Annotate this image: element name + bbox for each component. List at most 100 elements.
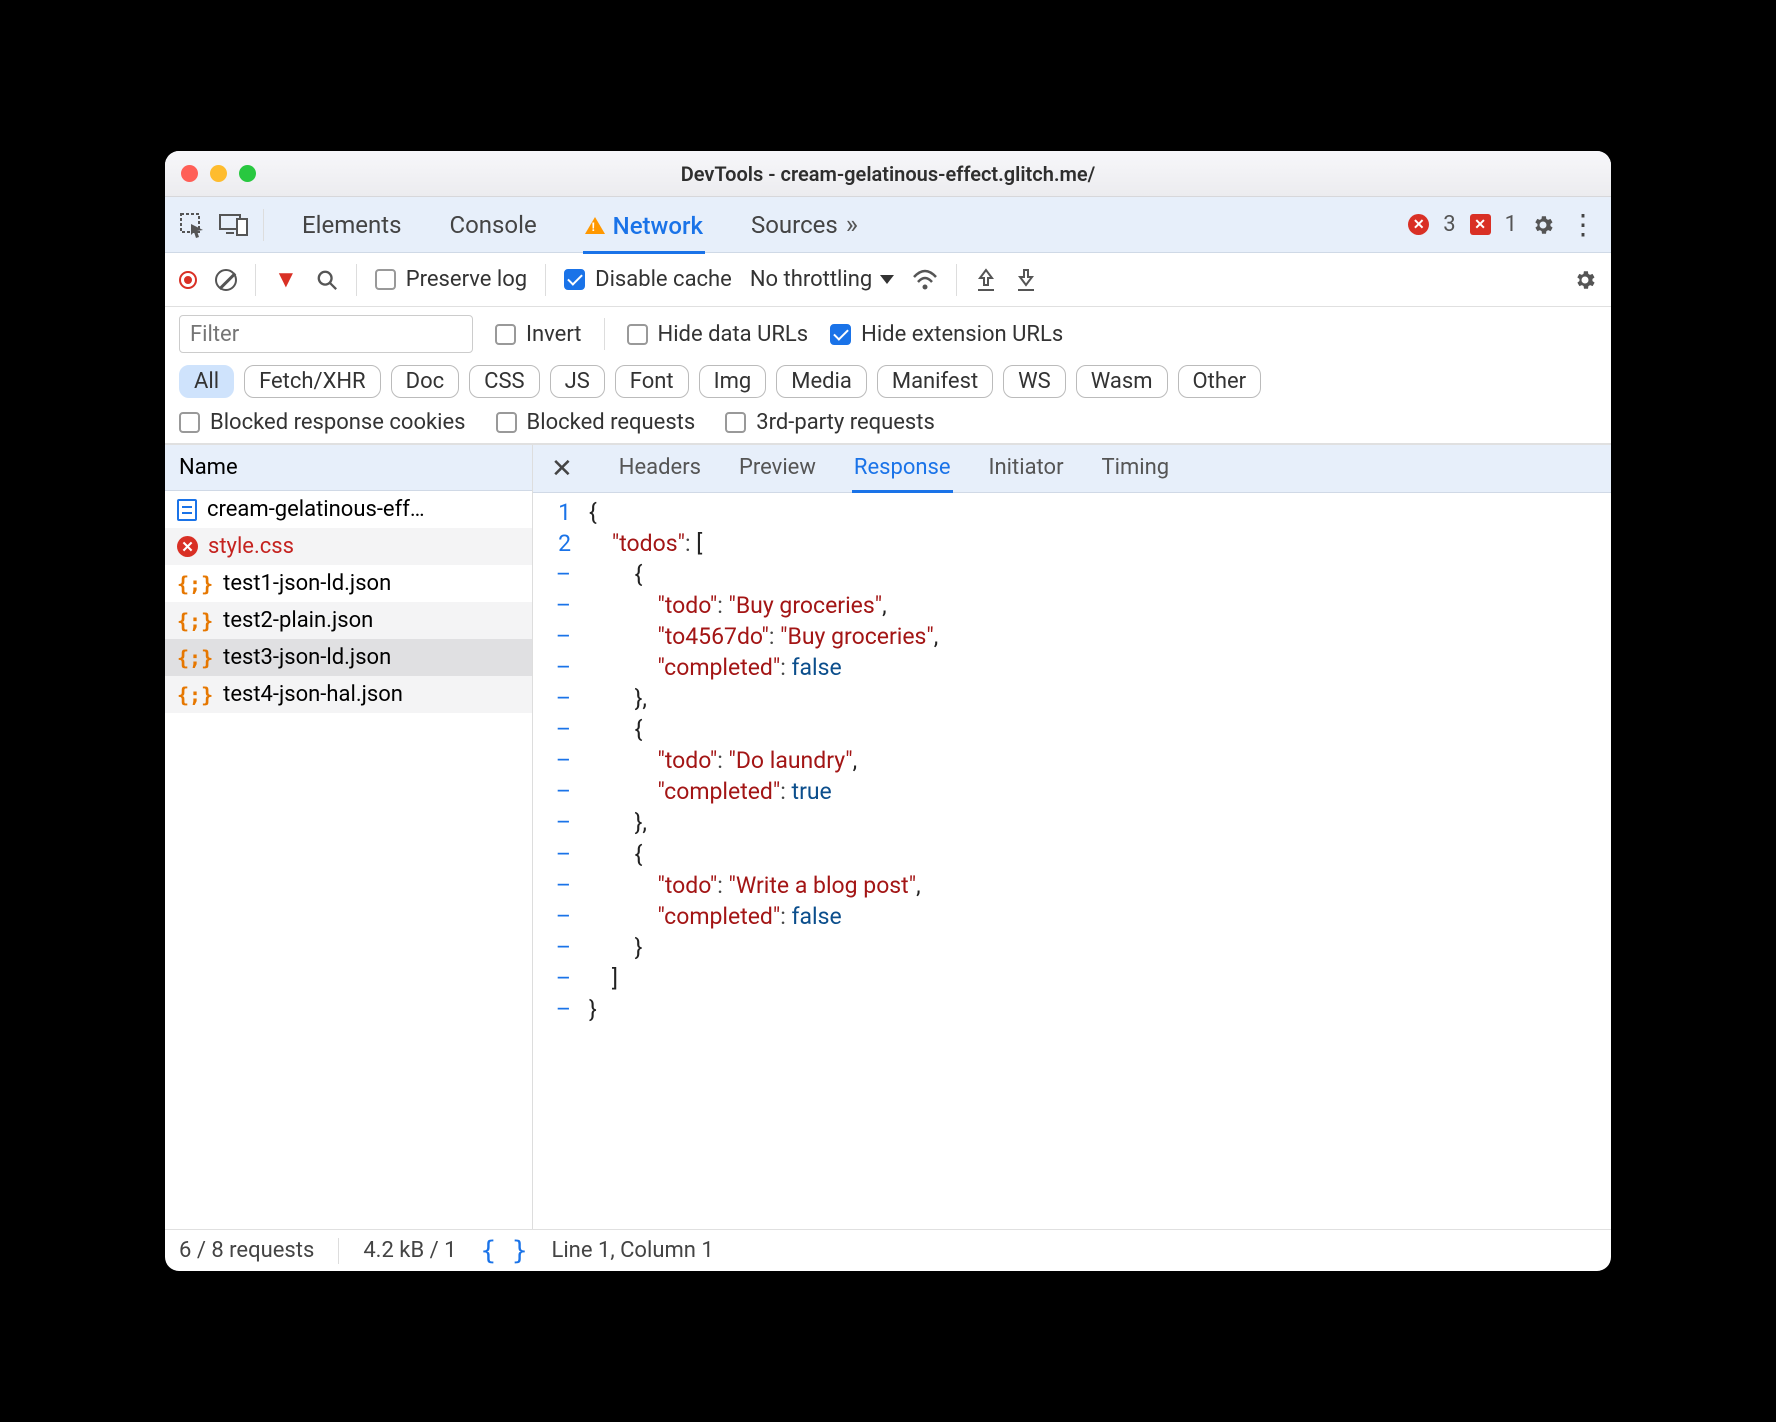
line-number[interactable]: – xyxy=(533,714,589,745)
minimize-icon[interactable] xyxy=(210,165,227,182)
disable-cache-label: Disable cache xyxy=(595,267,732,292)
tab-sources[interactable]: Sources xyxy=(749,211,840,239)
preserve-log-checkbox[interactable]: Preserve log xyxy=(375,267,527,292)
filter-pill-js[interactable]: JS xyxy=(550,365,605,398)
third-party-checkbox[interactable]: 3rd-party requests xyxy=(725,410,935,435)
request-name: cream-gelatinous-eff… xyxy=(207,497,425,522)
line-number[interactable]: – xyxy=(533,776,589,807)
json-icon: {;} xyxy=(177,646,213,670)
line-number[interactable]: – xyxy=(533,963,589,994)
throttling-select[interactable]: No throttling xyxy=(750,267,894,292)
blocked-cookies-checkbox[interactable]: Blocked response cookies xyxy=(179,410,466,435)
upload-icon[interactable] xyxy=(975,268,997,292)
line-number[interactable]: – xyxy=(533,807,589,838)
filter-pill-css[interactable]: CSS xyxy=(469,365,539,398)
inspect-icon[interactable] xyxy=(179,212,205,238)
line-number[interactable]: – xyxy=(533,745,589,776)
tab-elements[interactable]: Elements xyxy=(300,211,403,239)
line-number[interactable]: – xyxy=(533,559,589,590)
line-number[interactable]: 1 xyxy=(533,497,589,528)
close-icon[interactable] xyxy=(181,165,198,182)
request-row[interactable]: {;}test1-json-ld.json xyxy=(165,565,532,602)
request-name: style.css xyxy=(208,534,294,559)
filter-input[interactable] xyxy=(179,315,473,353)
main-tab-bar: ElementsConsoleNetworkSources » ✕ 3 ✕ 1 … xyxy=(165,197,1611,253)
line-number[interactable]: – xyxy=(533,839,589,870)
request-row[interactable]: cream-gelatinous-eff… xyxy=(165,491,532,528)
request-row[interactable]: {;}test4-json-hal.json xyxy=(165,676,532,713)
request-row[interactable]: {;}test3-json-ld.json xyxy=(165,639,532,676)
gear-icon[interactable] xyxy=(1531,213,1555,237)
detail-tab-headers[interactable]: Headers xyxy=(617,445,703,493)
tab-network[interactable]: Network xyxy=(583,212,705,254)
line-number[interactable]: – xyxy=(533,870,589,901)
invert-checkbox[interactable]: Invert xyxy=(495,322,582,347)
filter-pill-img[interactable]: Img xyxy=(699,365,767,398)
devtools-window: DevTools - cream-gelatinous-effect.glitc… xyxy=(165,151,1611,1271)
network-settings-icon[interactable] xyxy=(1573,268,1597,292)
code-content: }, xyxy=(589,683,647,714)
network-conditions-icon[interactable] xyxy=(912,269,938,291)
code-content: "completed": true xyxy=(589,776,832,807)
filter-pill-doc[interactable]: Doc xyxy=(391,365,460,398)
line-number[interactable]: – xyxy=(533,932,589,963)
filter-pill-manifest[interactable]: Manifest xyxy=(877,365,993,398)
line-number[interactable]: – xyxy=(533,994,589,1025)
error-count: 3 xyxy=(1443,212,1455,237)
request-count: 6 / 8 requests xyxy=(179,1238,314,1263)
line-number[interactable]: 2 xyxy=(533,528,589,559)
tab-console[interactable]: Console xyxy=(447,211,538,239)
request-row[interactable]: ✕ style.css xyxy=(165,528,532,565)
filter-pill-other[interactable]: Other xyxy=(1178,365,1262,398)
code-content: } xyxy=(589,994,597,1025)
search-icon[interactable] xyxy=(316,269,338,291)
detail-tab-initiator[interactable]: Initiator xyxy=(987,445,1066,493)
record-button[interactable] xyxy=(179,271,197,289)
response-source[interactable]: 1{2 "todos": [– {– "todo": "Buy grocerie… xyxy=(533,493,1611,1229)
close-detail-icon[interactable]: ✕ xyxy=(551,454,583,484)
filter-pill-wasm[interactable]: Wasm xyxy=(1076,365,1168,398)
clear-icon[interactable] xyxy=(215,269,237,291)
request-row[interactable]: {;}test2-plain.json xyxy=(165,602,532,639)
filter-pill-media[interactable]: Media xyxy=(776,365,867,398)
tab-label: Network xyxy=(613,212,703,240)
line-number[interactable]: – xyxy=(533,652,589,683)
filter-pill-ws[interactable]: WS xyxy=(1003,365,1066,398)
document-icon xyxy=(177,499,197,521)
kebab-menu-icon[interactable]: ⋮ xyxy=(1569,208,1597,241)
blocked-requests-checkbox[interactable]: Blocked requests xyxy=(496,410,696,435)
device-toggle-icon[interactable] xyxy=(219,214,249,236)
hide-ext-label: Hide extension URLs xyxy=(861,322,1063,347)
disable-cache-checkbox[interactable]: Disable cache xyxy=(564,267,732,292)
filter-pill-font[interactable]: Font xyxy=(615,365,689,398)
hide-extension-urls-checkbox[interactable]: Hide extension URLs xyxy=(830,322,1063,347)
code-content: "completed": false xyxy=(589,901,842,932)
detail-pane: ✕ HeadersPreviewResponseInitiatorTiming … xyxy=(533,445,1611,1229)
warning-icon xyxy=(585,217,605,234)
error-badge-icon[interactable]: ✕ xyxy=(1408,214,1429,235)
detail-tab-response[interactable]: Response xyxy=(852,445,953,493)
detail-tab-preview[interactable]: Preview xyxy=(737,445,818,493)
code-content: "todo": "Buy groceries", xyxy=(589,590,887,621)
detail-tab-timing[interactable]: Timing xyxy=(1100,445,1172,493)
pretty-print-icon[interactable]: { } xyxy=(481,1236,528,1266)
line-number[interactable]: – xyxy=(533,901,589,932)
issue-badge-icon[interactable]: ✕ xyxy=(1470,214,1491,235)
filter-pill-fetch-xhr[interactable]: Fetch/XHR xyxy=(244,365,381,398)
line-number[interactable]: – xyxy=(533,683,589,714)
checkbox-icon xyxy=(496,412,517,433)
error-icon: ✕ xyxy=(177,536,198,557)
column-header-name[interactable]: Name xyxy=(165,445,532,491)
traffic-lights xyxy=(181,165,256,182)
line-number[interactable]: – xyxy=(533,590,589,621)
filter-pill-all[interactable]: All xyxy=(179,365,234,398)
filter-icon[interactable]: ▼ xyxy=(274,265,298,294)
line-number[interactable]: – xyxy=(533,621,589,652)
more-tabs-icon[interactable]: » xyxy=(846,210,852,240)
blocked-cookies-label: Blocked response cookies xyxy=(210,410,466,435)
hide-data-urls-checkbox[interactable]: Hide data URLs xyxy=(627,322,809,347)
download-icon[interactable] xyxy=(1015,268,1037,292)
hide-data-label: Hide data URLs xyxy=(658,322,809,347)
zoom-icon[interactable] xyxy=(239,165,256,182)
separator xyxy=(356,264,357,296)
